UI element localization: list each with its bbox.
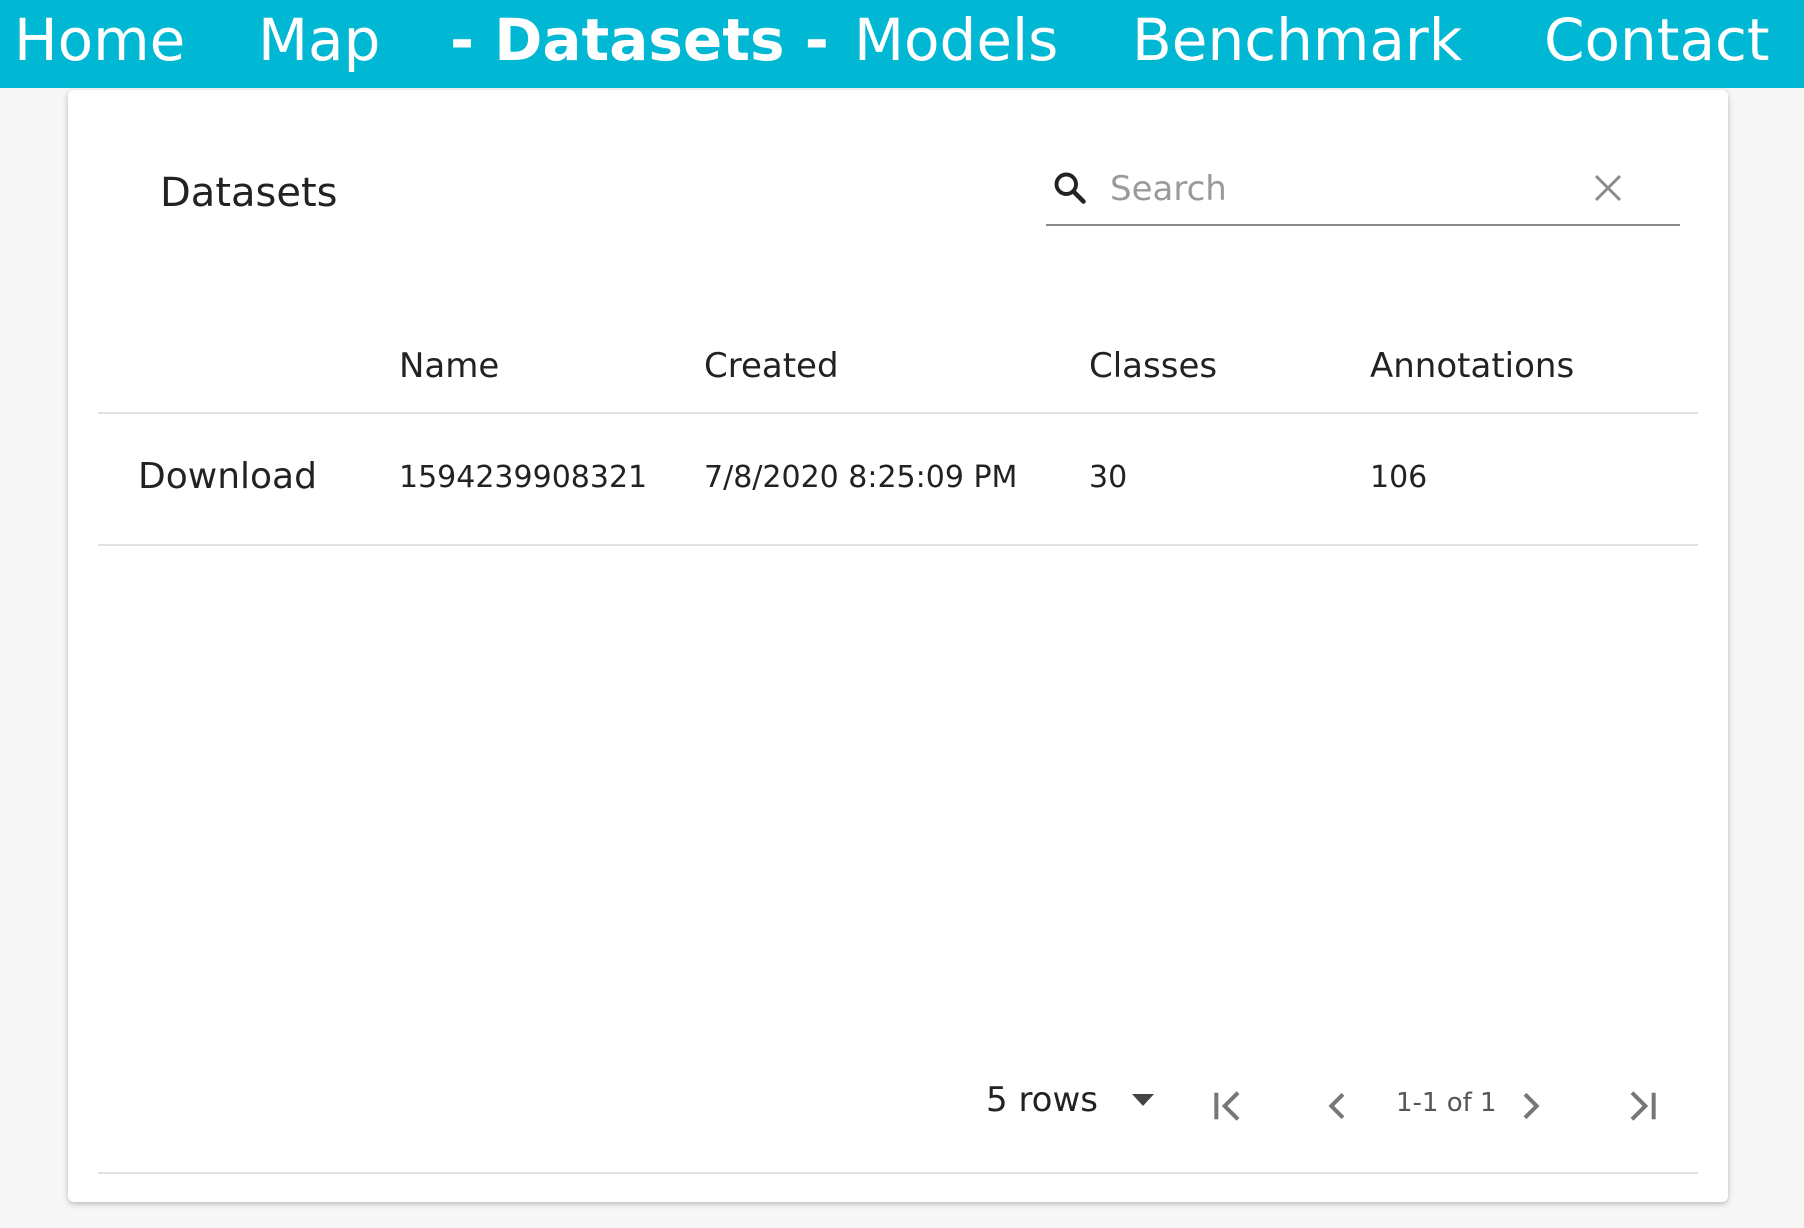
first-page-icon[interactable] [1208,1086,1248,1126]
nav-datasets[interactable]: - Datasets - [450,0,829,80]
table-header-row: Name Created Classes Annotations [98,320,1698,414]
search-input[interactable] [1108,160,1592,218]
nav-benchmark[interactable]: Benchmark [1132,0,1462,80]
datasets-card: Datasets Name Created Classes Annotation… [68,90,1728,1202]
cell-classes: 30 [1089,460,1128,495]
next-page-icon[interactable] [1510,1086,1550,1126]
nav-home[interactable]: Home [14,0,185,80]
rows-per-page-select[interactable]: 5 rows [986,1080,1098,1120]
card-title: Datasets [160,170,338,216]
cell-created: 7/8/2020 8:25:09 PM [704,460,1018,495]
page-range-label: 1-1 of 1 [1396,1088,1497,1118]
column-header-name[interactable]: Name [399,346,499,386]
top-navbar: Home Map - Datasets - Models Benchmark C… [0,0,1804,88]
table-row: Download 1594239908321 7/8/2020 8:25:09 … [98,414,1698,546]
nav-models[interactable]: Models [854,0,1058,80]
nav-contact[interactable]: Contact [1544,0,1770,80]
column-header-created[interactable]: Created [704,346,839,386]
column-header-annotations[interactable]: Annotations [1370,346,1574,386]
bottom-divider [98,1172,1698,1174]
download-link[interactable]: Download [138,456,317,497]
column-header-classes[interactable]: Classes [1089,346,1217,386]
close-icon[interactable] [1590,170,1626,206]
previous-page-icon[interactable] [1318,1086,1358,1126]
pagination-bar: 5 rows 1-1 of 1 [68,90,1728,1202]
search-icon [1054,172,1086,204]
caret-down-icon[interactable] [1132,1094,1154,1108]
cell-name: 1594239908321 [399,460,648,495]
nav-map[interactable]: Map [258,0,380,80]
search-bar [1046,152,1680,226]
cell-annotations: 106 [1370,460,1428,495]
last-page-icon[interactable] [1622,1086,1662,1126]
